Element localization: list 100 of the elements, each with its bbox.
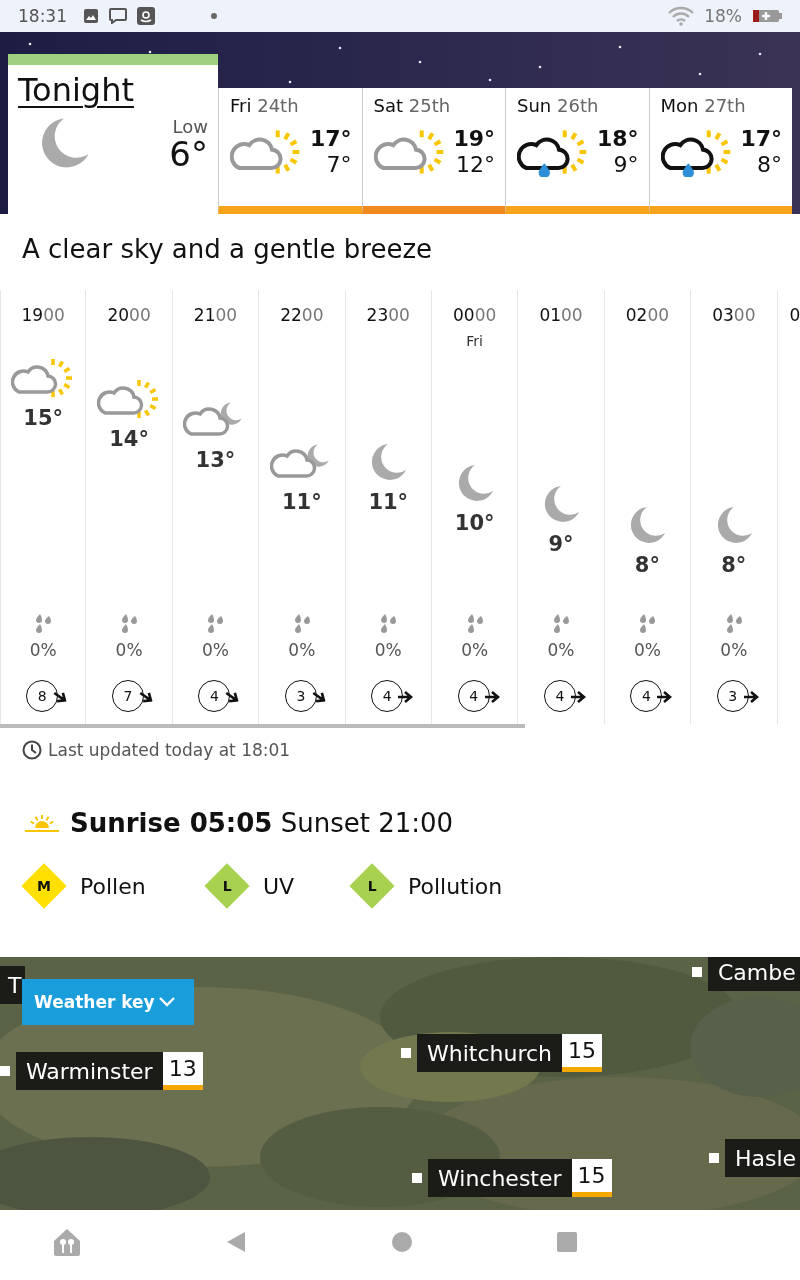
battery-icon (752, 8, 782, 24)
rain-chance: 0% (547, 640, 575, 660)
low-temperature: 7° (326, 152, 352, 179)
hour-time: 0300 (712, 304, 756, 326)
temperature: 14° (109, 426, 149, 453)
shopping-app-icon (137, 7, 155, 25)
high-temperature: 17° (740, 126, 782, 153)
wind-speed: 4 (544, 680, 577, 712)
wind-speed: 3 (716, 680, 749, 712)
rain-chance: 0% (720, 640, 748, 660)
sunrise-icon (24, 812, 60, 834)
level-badge: L (204, 863, 250, 909)
hour-time: 0000 (453, 304, 497, 326)
rain-chance: 0% (288, 640, 316, 660)
wind-speed: 4 (371, 680, 404, 712)
temperature: 13° (195, 447, 236, 474)
arrow-icon (742, 690, 759, 704)
day-card[interactable]: Fri 24th 17° 7° (218, 88, 362, 214)
level-badge: L (349, 863, 395, 909)
arrow-icon (483, 690, 500, 704)
low-label: Low (172, 115, 208, 137)
place-name[interactable]: Cambe (708, 957, 800, 991)
temperature: 11° (282, 489, 322, 516)
hour-time: 2000 (107, 304, 151, 326)
hour-time: 0200 (625, 304, 670, 326)
wind-speed: 4 (457, 680, 490, 712)
rain-chance: 0% (461, 640, 489, 660)
battery-percent: 18% (704, 6, 742, 26)
low-temperature: 6° (169, 136, 208, 171)
low-temperature: 9° (613, 152, 639, 179)
day-card[interactable]: Sun 26th 18° 9° (505, 88, 649, 214)
place-name[interactable]: T (0, 966, 26, 1004)
temperature: 11° (368, 489, 409, 516)
place-name[interactable]: Whitchurch (417, 1034, 563, 1072)
temperature: 8° (634, 552, 660, 579)
wind-speed: 8 (26, 680, 59, 712)
sun-times: Sunrise 05:05 Sunset 21:00 (70, 808, 454, 838)
arrow-icon (570, 690, 587, 704)
notification-dot-icon (211, 13, 217, 19)
rain-chance: 0% (115, 640, 143, 660)
wind-speed: 4 (630, 680, 663, 712)
high-temperature: 18° (596, 126, 639, 153)
rain-chance: 0% (29, 640, 57, 660)
wind-speed: 4 (198, 680, 231, 712)
location-marker (709, 1153, 719, 1163)
index-label[interactable]: Pollen (80, 873, 146, 899)
arrow-icon (397, 690, 414, 704)
home-icon[interactable] (51, 1227, 82, 1257)
place-name[interactable]: Hasle (725, 1139, 800, 1177)
hour-time: 2300 (366, 304, 410, 326)
last-updated: Last updated today at 18:01 (48, 740, 291, 760)
wind-speed: 3 (284, 680, 317, 712)
day-date: Sun 26th (517, 95, 599, 116)
tonight-link[interactable]: Tonight (18, 71, 134, 109)
wifi-icon (668, 6, 695, 26)
day-date: Sat 25th (373, 95, 451, 116)
clock-icon (22, 740, 42, 760)
recents-icon[interactable] (556, 1231, 579, 1253)
rain-chance: 0% (633, 640, 661, 660)
temperature: 9° (548, 531, 574, 558)
image-icon (83, 8, 99, 24)
low-temperature: 12° (456, 152, 495, 179)
rain-chance: 0% (374, 640, 402, 660)
low-temperature: 8° (757, 152, 782, 179)
hour-time: 0100 (539, 304, 583, 326)
temperature: 13 (162, 1052, 203, 1090)
day-date: Mon 27th (660, 95, 746, 116)
day-label: Fri (466, 333, 483, 349)
message-icon (109, 8, 127, 24)
place-name[interactable]: Warminster (16, 1052, 163, 1090)
back-icon[interactable] (225, 1230, 248, 1254)
forecast-summary: A clear sky and a gentle breeze (21, 233, 434, 266)
hour-time: 1900 (21, 304, 65, 326)
hour-time: 0 (789, 304, 800, 326)
wind-speed: 7 (112, 680, 145, 712)
temperature: 8° (721, 552, 747, 579)
location-marker (401, 1048, 411, 1058)
day-card[interactable]: Mon 27th 17° 8° (648, 88, 792, 214)
index-label[interactable]: Pollution (408, 873, 503, 899)
home-button-icon[interactable] (390, 1231, 413, 1253)
arrow-icon (656, 690, 673, 704)
clock-time: 18:31 (18, 6, 67, 26)
day-date: Fri 24th (230, 95, 299, 116)
temperature: 15 (571, 1159, 612, 1197)
index-label[interactable]: UV (263, 873, 295, 899)
hour-time: 2100 (193, 304, 238, 326)
day-card[interactable]: Sat 25th 19° 12° (361, 88, 505, 214)
location-marker (412, 1173, 422, 1183)
temperature: 15 (562, 1034, 603, 1072)
high-temperature: 19° (453, 126, 495, 153)
location-marker (692, 967, 702, 977)
level-badge: M (21, 863, 67, 909)
hour-time: 2200 (280, 304, 324, 326)
temperature: 15° (23, 405, 64, 432)
rain-chance: 0% (201, 640, 229, 660)
place-name[interactable]: Winchester (428, 1159, 572, 1197)
temperature: 10° (454, 510, 495, 537)
high-temperature: 17° (309, 126, 352, 153)
location-marker (0, 1066, 10, 1076)
chevron-down-icon (158, 996, 176, 1008)
